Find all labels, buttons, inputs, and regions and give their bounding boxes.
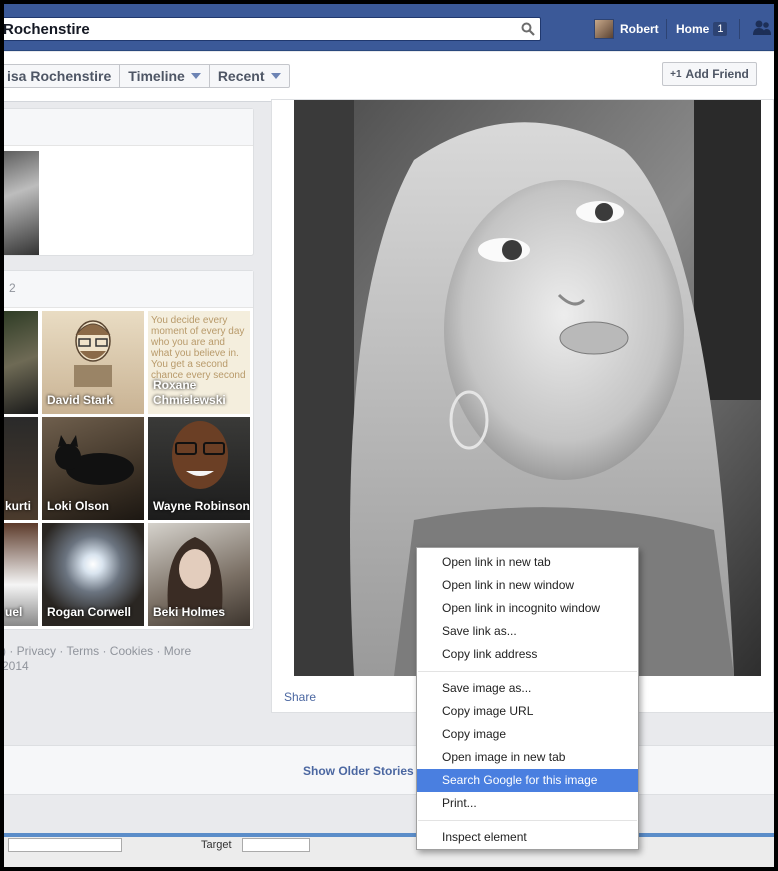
home-link[interactable]: Home 1 [676,17,728,41]
friend-name: Loki Olson [47,499,110,513]
caricature-image [74,320,112,387]
share-link[interactable]: Share [284,690,316,704]
search-icon[interactable] [521,22,535,36]
menu-copy-image-url[interactable]: Copy image URL [417,700,638,723]
portrait-image [172,421,228,489]
add-friend-button[interactable]: +1 Add Friend [662,62,757,86]
menu-copy-link-address[interactable]: Copy link address [417,643,638,666]
cat-image [55,435,134,485]
profile-navigation: isa Rochenstire Timeline Recent +1 Add F… [4,52,774,102]
breadcrumb: isa Rochenstire Timeline Recent [4,64,290,88]
home-count-badge: 1 [713,22,728,36]
friend-name: Roxane Chmielewski [153,378,226,407]
toolbar-select[interactable] [8,838,122,852]
show-older-stories-bar: Show Older Stories [4,745,774,795]
menu-open-link-incognito[interactable]: Open link in incognito window [417,597,638,620]
friend-name: Wayne Robinson [153,499,250,513]
friend-tile[interactable]: kurti [4,417,38,520]
friends-card: 2 David Stark You decide every moment of… [4,270,254,630]
photos-card [4,108,254,256]
friend-name: kurti [5,499,32,513]
menu-divider [418,820,637,821]
menu-open-image-new-tab[interactable]: Open image in new tab [417,746,638,769]
timeline-label: Timeline [128,68,185,84]
profile-link[interactable]: Robert [594,17,659,41]
portrait-image [167,537,223,609]
target-select[interactable] [242,838,310,852]
friend-requests-icon[interactable] [753,19,771,37]
footer-links[interactable]: ) · Privacy · Terms · Cookies · More [4,644,191,658]
chevron-down-icon [190,73,201,79]
profile-name-label: isa Rochenstire [7,68,112,84]
menu-save-link-as[interactable]: Save link as... [417,620,638,643]
menu-divider [418,671,637,672]
friend-tile[interactable]: Rogan Corwell [42,523,144,626]
footer-copyright: 2014 [4,659,29,673]
nav-divider [666,19,667,39]
menu-open-link-new-tab[interactable]: Open link in new tab [417,551,638,574]
add-friend-label: Add Friend [685,67,749,81]
profile-name-crumb[interactable]: isa Rochenstire [4,65,121,87]
context-menu: Open link in new tab Open link in new wi… [416,547,639,850]
menu-open-link-new-window[interactable]: Open link in new window [417,574,638,597]
photo-thumbnail[interactable] [4,151,39,255]
friend-name: David Stark [47,393,114,407]
friend-tile[interactable]: Loki Olson [42,417,144,520]
top-navigation-bar: Rochenstire Robert Home 1 [4,4,774,51]
friend-tile[interactable] [4,311,38,414]
recent-dropdown[interactable]: Recent [210,65,289,87]
bottom-toolbar: Target [4,837,774,867]
quote-text: You decide every moment of every day who… [151,315,246,381]
menu-save-image-as[interactable]: Save image as... [417,677,638,700]
avatar [594,19,614,39]
timeline-dropdown[interactable]: Timeline [120,65,210,87]
menu-search-google-image[interactable]: Search Google for this image [417,769,638,792]
target-label: Target [201,839,232,851]
add-friend-icon: +1 [670,68,682,80]
friend-tile[interactable]: uel [4,523,38,626]
friend-name: Beki Holmes [153,605,226,619]
friend-tile[interactable]: Wayne Robinson [148,417,250,520]
friends-count: 2 [4,271,253,308]
chevron-down-icon [270,73,281,79]
menu-inspect-element[interactable]: Inspect element [417,826,638,849]
show-older-stories-link[interactable]: Show Older Stories [303,764,414,778]
search-input[interactable]: Rochenstire [4,17,541,41]
friend-tile[interactable]: Beki Holmes [148,523,250,626]
friend-tile[interactable]: You decide every moment of every day who… [148,311,250,414]
nav-divider [739,19,740,39]
card-header [4,109,253,146]
browser-viewport: Rochenstire Robert Home 1 isa Rochenstir… [4,4,774,867]
menu-print[interactable]: Print... [417,792,638,815]
search-value: Rochenstire [4,21,90,38]
home-label: Home [676,22,710,36]
friend-name: Rogan Corwell [47,605,132,619]
menu-copy-image[interactable]: Copy image [417,723,638,746]
recent-label: Recent [217,68,265,84]
user-name: Robert [620,22,659,36]
friend-name: uel [5,605,23,619]
friend-tile[interactable]: David Stark [42,311,144,414]
